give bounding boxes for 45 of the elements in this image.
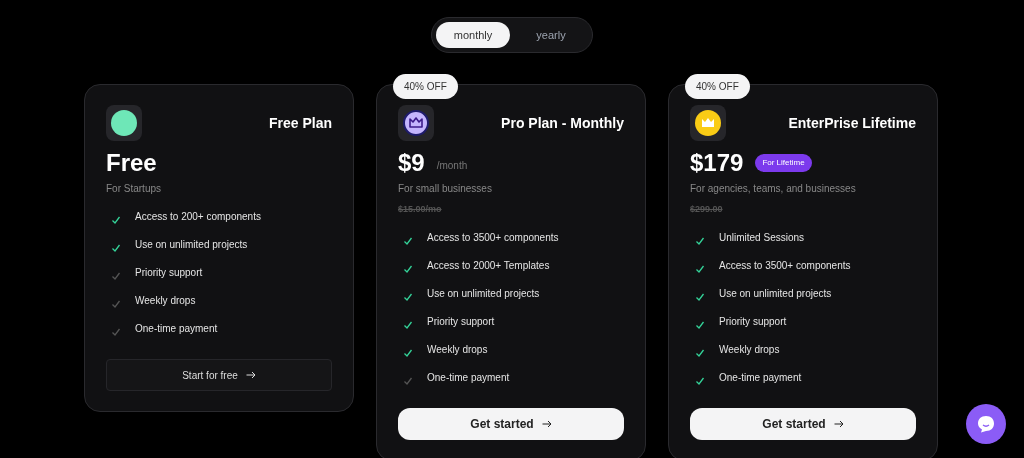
plan-audience: For small businesses: [398, 182, 493, 196]
arrow-right-icon: [541, 419, 552, 428]
chat-bubble-icon: [976, 414, 996, 434]
old-price: $299.00: [690, 203, 724, 216]
arrow-right-icon: [245, 371, 256, 379]
discount-badge: 40% OFF: [685, 74, 750, 99]
feature-text: Access to 3500+ components: [719, 258, 851, 273]
price: $179: [690, 149, 744, 177]
price-period: /month: [436, 159, 468, 173]
lifetime-tag: For Lifetime: [755, 154, 812, 172]
old-price: $15.00/mo: [398, 203, 443, 216]
feature-text: Weekly drops: [427, 342, 488, 357]
plan-button[interactable]: Start for free: [106, 359, 332, 391]
feature-text: Weekly drops: [135, 294, 196, 308]
arrow-right-icon: [833, 419, 844, 428]
billing-tab[interactable]: yearly: [514, 22, 588, 48]
plan-name: EnterPrise Lifetime: [788, 113, 916, 133]
plan-audience: For Startups: [106, 182, 163, 196]
plan-button[interactable]: Get started: [690, 407, 916, 440]
feature-text: Priority support: [427, 314, 495, 329]
feature-text: Access to 3500+ components: [427, 230, 559, 245]
feature-text: Use on unlimited projects: [427, 286, 540, 301]
billing-tab[interactable]: monthly: [436, 22, 510, 48]
circle-icon: [111, 110, 137, 136]
plan-audience: For agencies, teams, and businesses: [690, 182, 857, 196]
plan-button[interactable]: Get started: [398, 407, 624, 440]
chat-button[interactable]: [966, 404, 1006, 444]
crown-icon: [695, 110, 721, 136]
feature-text: One-time payment: [427, 370, 510, 385]
feature-text: One-time payment: [719, 370, 802, 385]
feature-text: Access to 2000+ Templates: [427, 258, 550, 273]
plan-name: Pro Plan - Monthly: [501, 113, 624, 133]
feature-text: Use on unlimited projects: [719, 286, 832, 301]
feature-text: Use on unlimited projects: [135, 238, 248, 252]
feature-text: Priority support: [135, 266, 203, 280]
feature-text: One-time payment: [135, 322, 218, 336]
discount-badge: 40% OFF: [393, 74, 458, 99]
price: Free: [106, 149, 157, 177]
feature-text: Priority support: [719, 314, 787, 329]
price: $9: [398, 149, 425, 177]
feature-text: Access to 200+ components: [135, 210, 261, 224]
plan-name: Free Plan: [268, 113, 332, 133]
feature-text: Unlimited Sessions: [719, 230, 805, 245]
crown-icon: [403, 110, 429, 136]
feature-text: Weekly drops: [719, 342, 780, 357]
